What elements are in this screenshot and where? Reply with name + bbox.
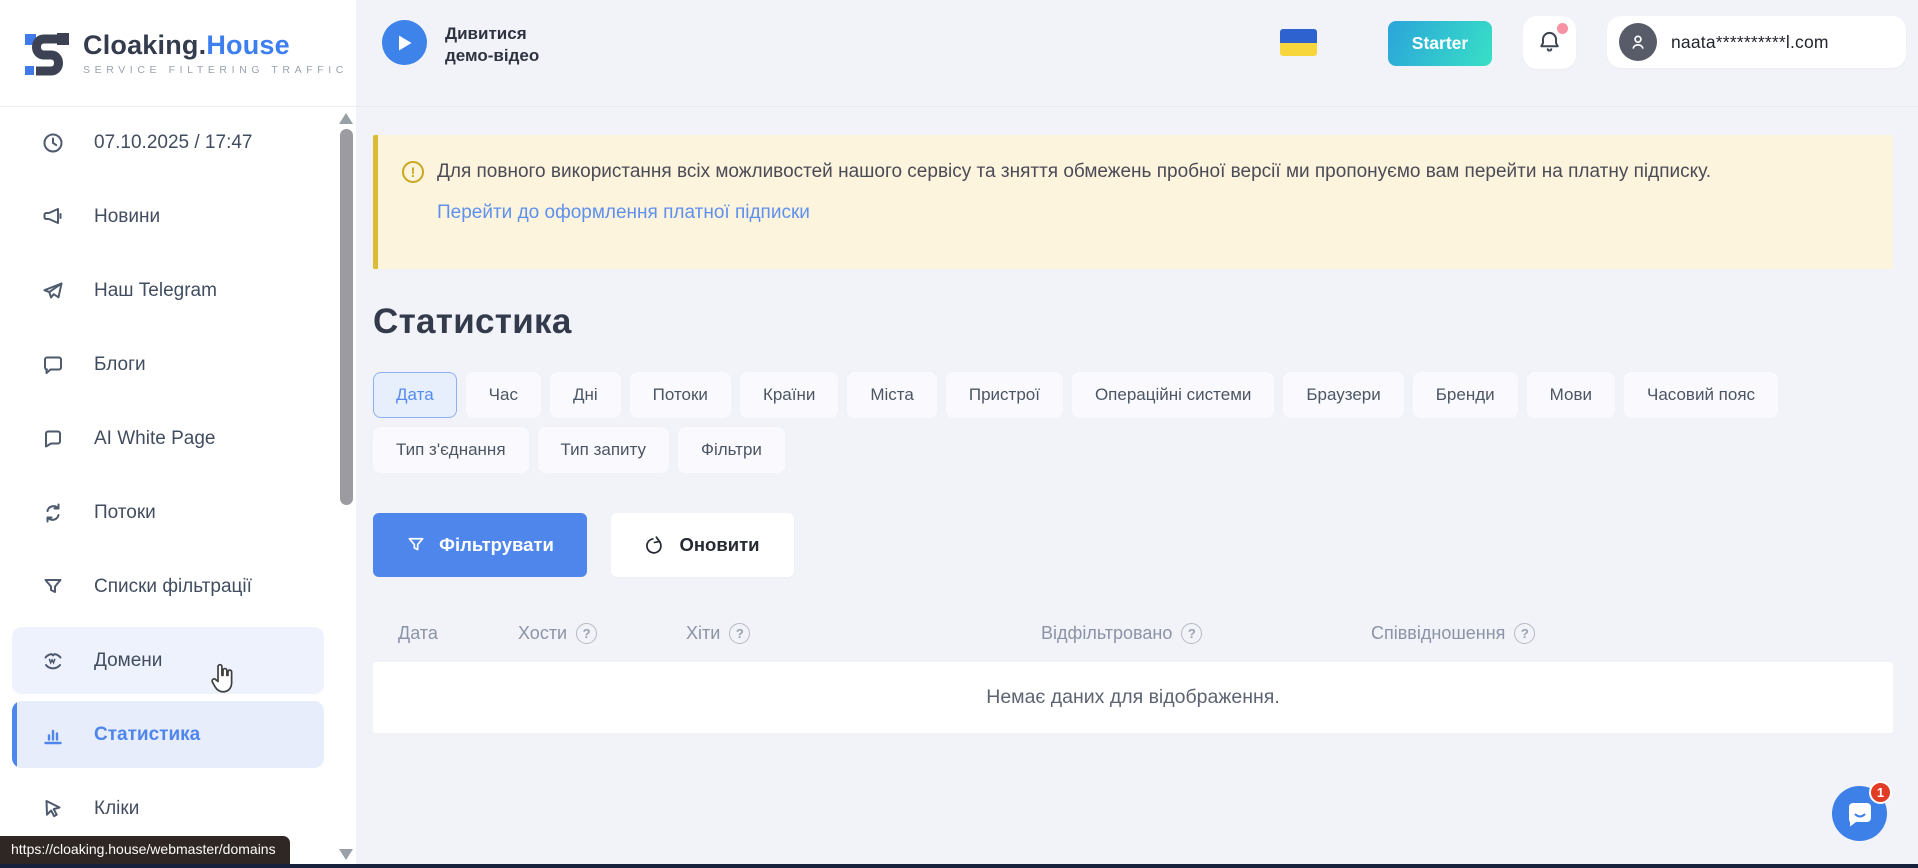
chip-filters[interactable]: Фільтри bbox=[678, 427, 785, 473]
chip-languages[interactable]: Мови bbox=[1527, 372, 1615, 418]
banner-text: Для повного використання всіх можливосте… bbox=[437, 159, 1711, 185]
sidebar-item-clicks[interactable]: Кліки bbox=[12, 775, 324, 842]
column-filtered: Відфільтровано ? bbox=[1041, 623, 1371, 644]
table-header: Дата Хости ? Хіти ? Відфільтровано ? Спі… bbox=[373, 613, 1893, 653]
filter-chips: Дата Час Дні Потоки Країни Міста Пристро… bbox=[373, 372, 1893, 473]
clock-icon bbox=[40, 131, 66, 155]
refresh-button[interactable]: Оновити bbox=[611, 513, 794, 577]
brand-tagline: SERVICE FILTERING TRAFFIC bbox=[83, 64, 348, 76]
mouse-hand-cursor bbox=[208, 662, 238, 696]
sidebar-menu: 07.10.2025 / 17:47 Новини Наш Telegram Б… bbox=[12, 109, 324, 849]
sidebar-item-label: Блоги bbox=[94, 354, 146, 376]
telegram-icon bbox=[40, 279, 66, 303]
avatar bbox=[1619, 23, 1657, 61]
chip-cities[interactable]: Міста bbox=[847, 372, 937, 418]
browser-status-url: https://cloaking.house/webmaster/domains bbox=[0, 836, 290, 864]
sidebar-item-label: Списки фільтрації bbox=[94, 576, 252, 598]
upgrade-subscription-link[interactable]: Перейти до оформлення платної підписки bbox=[437, 202, 810, 224]
chip-countries[interactable]: Країни bbox=[740, 372, 838, 418]
flag-yellow-half bbox=[1280, 43, 1317, 57]
sidebar-item-news[interactable]: Новини bbox=[12, 183, 324, 250]
sidebar-item-blogs[interactable]: Блоги bbox=[12, 331, 324, 398]
column-hosts: Хости ? bbox=[518, 623, 686, 644]
chip-time[interactable]: Час bbox=[466, 372, 541, 418]
action-buttons: Фільтрувати Оновити bbox=[373, 513, 1893, 577]
help-icon[interactable]: ? bbox=[1181, 623, 1202, 644]
sidebar-item-filter-lists[interactable]: Списки фільтрації bbox=[12, 553, 324, 620]
table-empty-state: Немає даних для відображення. bbox=[373, 662, 1893, 733]
warning-icon: ! bbox=[402, 161, 424, 183]
sidebar-scroll-up-arrow[interactable] bbox=[339, 113, 353, 124]
user-email: naata**********l.com bbox=[1671, 32, 1829, 53]
domain-globe-icon bbox=[40, 648, 66, 674]
demo-video-label[interactable]: Дивитися демо-відео bbox=[445, 23, 539, 66]
sidebar-item-label: 07.10.2025 / 17:47 bbox=[94, 132, 252, 154]
chip-data[interactable]: Дата bbox=[373, 372, 457, 418]
chat-unread-badge: 1 bbox=[1869, 781, 1892, 804]
notification-dot bbox=[1557, 23, 1568, 34]
brand-logo-icon bbox=[24, 28, 70, 78]
chip-brands[interactable]: Бренди bbox=[1413, 372, 1518, 418]
sync-icon bbox=[40, 501, 66, 525]
funnel-icon bbox=[40, 575, 66, 599]
sidebar-item-label: AI White Page bbox=[94, 428, 215, 450]
page-icon bbox=[40, 427, 66, 451]
brand-name: Cloaking.House SERVICE FILTERING TRAFFIC bbox=[83, 30, 348, 76]
chip-request-type[interactable]: Тип запиту bbox=[538, 427, 670, 473]
refresh-icon bbox=[645, 535, 666, 556]
sidebar-item-domains[interactable]: Домени bbox=[12, 627, 324, 694]
sidebar-item-label: Наш Telegram bbox=[94, 280, 217, 302]
sidebar-item-label: Потоки bbox=[94, 502, 156, 524]
cursor-icon bbox=[40, 797, 66, 821]
help-icon[interactable]: ? bbox=[1514, 623, 1535, 644]
sidebar-item-ai-white-page[interactable]: AI White Page bbox=[12, 405, 324, 472]
column-date: Дата bbox=[398, 623, 518, 644]
chip-streams[interactable]: Потоки bbox=[630, 372, 731, 418]
column-hits: Хіти ? bbox=[686, 623, 1041, 644]
help-icon[interactable]: ? bbox=[729, 623, 750, 644]
sidebar: Cloaking.House SERVICE FILTERING TRAFFIC… bbox=[0, 0, 356, 868]
topbar: Дивитися демо-відео Starter naata*******… bbox=[356, 0, 1918, 107]
logo[interactable]: Cloaking.House SERVICE FILTERING TRAFFIC bbox=[0, 0, 356, 107]
play-icon bbox=[396, 34, 413, 52]
chat-bubble-icon bbox=[1845, 799, 1875, 829]
funnel-icon bbox=[406, 535, 426, 555]
sidebar-item-label: Статистика bbox=[94, 724, 200, 746]
plan-starter-button[interactable]: Starter bbox=[1388, 21, 1492, 66]
flag-blue-half bbox=[1280, 29, 1317, 43]
sidebar-item-datetime[interactable]: 07.10.2025 / 17:47 bbox=[12, 109, 324, 176]
chat-bubble-icon bbox=[40, 353, 66, 377]
chip-operating-systems[interactable]: Операційні системи bbox=[1072, 372, 1274, 418]
sidebar-item-label: Домени bbox=[94, 650, 162, 672]
megaphone-icon bbox=[40, 205, 66, 229]
page-title: Статистика bbox=[373, 302, 1893, 342]
chip-devices[interactable]: Пристрої bbox=[946, 372, 1063, 418]
notifications-button[interactable] bbox=[1523, 16, 1576, 69]
help-icon[interactable]: ? bbox=[576, 623, 597, 644]
bar-chart-icon bbox=[40, 723, 66, 747]
sidebar-scroll-down-arrow[interactable] bbox=[339, 849, 353, 860]
sidebar-item-label: Кліки bbox=[94, 798, 139, 820]
chip-days[interactable]: Дні bbox=[550, 372, 621, 418]
sidebar-item-telegram[interactable]: Наш Telegram bbox=[12, 257, 324, 324]
sidebar-item-streams[interactable]: Потоки bbox=[12, 479, 324, 546]
bottom-edge-strip bbox=[0, 864, 1918, 868]
column-ratio: Співвідношення ? bbox=[1371, 623, 1893, 644]
sidebar-item-label: Новини bbox=[94, 206, 160, 228]
trial-warning-banner: ! Для повного використання всіх можливос… bbox=[373, 135, 1893, 269]
user-account-button[interactable]: naata**********l.com bbox=[1607, 16, 1906, 68]
chat-widget-button[interactable]: 1 bbox=[1832, 786, 1887, 841]
filter-button[interactable]: Фільтрувати bbox=[373, 513, 587, 577]
chip-connection-type[interactable]: Тип з'єднання bbox=[373, 427, 529, 473]
chip-browsers[interactable]: Браузери bbox=[1283, 372, 1403, 418]
main-content: ! Для повного використання всіх можливос… bbox=[373, 107, 1893, 733]
play-demo-button[interactable] bbox=[382, 20, 427, 65]
sidebar-item-statistics[interactable]: Статистика bbox=[12, 701, 324, 768]
sidebar-scrollbar-thumb[interactable] bbox=[340, 129, 353, 505]
language-flag-ukraine[interactable] bbox=[1280, 29, 1317, 56]
chip-timezone[interactable]: Часовий пояс bbox=[1624, 372, 1778, 418]
